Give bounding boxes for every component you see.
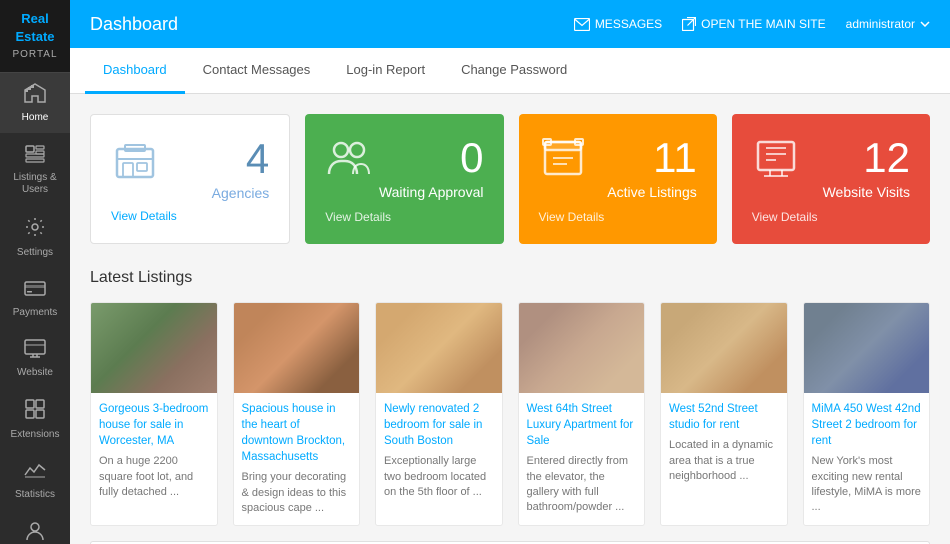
stat-cards-row: 4 Agencies View Details 0 Waiting Approval V…: [90, 114, 930, 244]
dashboard-content: 4 Agencies View Details 0 Waiting Approval V…: [70, 94, 950, 544]
sidebar-item-label-listings: Listings & Users: [5, 172, 65, 196]
listing-title-6: MiMA 450 West 42nd Street 2 bedroom for …: [812, 401, 922, 449]
active-listings-view-details[interactable]: View Details: [539, 210, 697, 224]
listing-title-3: Newly renovated 2 bedroom for sale in So…: [384, 401, 494, 449]
listing-desc-4: Entered directly from the elevator, the …: [527, 454, 637, 516]
listing-card-3[interactable]: Newly renovated 2 bedroom for sale in So…: [375, 302, 503, 526]
website-visits-icon: [752, 134, 800, 185]
stat-card-waiting-approval: 0 Waiting Approval View Details: [305, 114, 503, 244]
waiting-approval-number: 0: [379, 134, 484, 182]
settings-icon: [24, 216, 46, 243]
waiting-approval-icon: [325, 134, 373, 185]
agencies-number: 4: [212, 135, 270, 183]
sidebar-item-label-statistics: Statistics: [15, 489, 55, 500]
content-area: DashboardContact MessagesLog-in ReportCh…: [70, 48, 950, 544]
stat-card-active-listings: 11 Active Listings View Details: [519, 114, 717, 244]
listing-image-5: [661, 303, 787, 393]
listing-card-2[interactable]: Spacious house in the heart of downtown …: [233, 302, 361, 526]
topbar: Dashboard MESSAGES OPEN THE MAIN SITE ad…: [70, 0, 950, 48]
sidebar-item-statistics[interactable]: Statistics: [0, 450, 70, 510]
view-all-button[interactable]: View All: [90, 541, 930, 544]
listing-title-1: Gorgeous 3-bedroom house for sale in Wor…: [99, 401, 209, 449]
listing-desc-3: Exceptionally large two bedroom located …: [384, 454, 494, 500]
user-menu[interactable]: administrator: [846, 17, 930, 31]
tab-log-in-report[interactable]: Log-in Report: [328, 48, 443, 94]
open-site-link[interactable]: OPEN THE MAIN SITE: [682, 17, 825, 31]
sidebar-item-payments[interactable]: Payments: [0, 268, 70, 328]
sidebar-item-website[interactable]: Website: [0, 328, 70, 388]
sidebar-item-label-extensions: Extensions: [11, 429, 60, 440]
website-visits-view-details[interactable]: View Details: [752, 210, 910, 224]
active-listings-number: 11: [607, 134, 696, 182]
payments-icon: [24, 278, 46, 303]
brand-name-line2: PORTAL: [12, 49, 57, 60]
sidebar-item-label-home: Home: [22, 112, 49, 123]
sidebar: Real Estate PORTAL Home Listings & Users: [0, 0, 70, 544]
messages-label: MESSAGES: [595, 17, 662, 31]
listing-desc-2: Bring your decorating & design ideas to …: [242, 470, 352, 516]
listing-card-6[interactable]: MiMA 450 West 42nd Street 2 bedroom for …: [803, 302, 931, 526]
listing-image-2: [234, 303, 360, 393]
listing-desc-6: New York's most exciting new rental life…: [812, 454, 922, 516]
listing-desc-5: Located in a dynamic area that is a true…: [669, 438, 779, 484]
listing-image-3: [376, 303, 502, 393]
listings-users-icon: [24, 143, 46, 168]
listing-card-5[interactable]: West 52nd Street studio for rent Located …: [660, 302, 788, 526]
waiting-approval-label: Waiting Approval: [379, 184, 484, 200]
listing-title-2: Spacious house in the heart of downtown …: [242, 401, 352, 465]
sidebar-item-label-settings: Settings: [17, 247, 53, 258]
tab-contact-messages[interactable]: Contact Messages: [185, 48, 329, 94]
listings-grid: Gorgeous 3-bedroom house for sale in Wor…: [90, 302, 930, 526]
brand-name-line1: Real Estate: [15, 11, 54, 44]
statistics-icon: [24, 460, 46, 485]
messages-link[interactable]: MESSAGES: [574, 17, 662, 31]
listing-image-4: [519, 303, 645, 393]
agencies-icon: [111, 135, 159, 186]
listing-title-4: West 64th Street Luxury Apartment for Sa…: [527, 401, 637, 449]
tab-change-password[interactable]: Change Password: [443, 48, 585, 94]
website-visits-label: Website Visits: [823, 184, 910, 200]
listing-desc-1: On a huge 2200 square foot lot, and full…: [99, 454, 209, 500]
latest-listings-section: Latest Listings Gorgeous 3-bedroom house…: [90, 269, 930, 544]
agencies-label: Agencies: [212, 185, 270, 201]
open-site-label: OPEN THE MAIN SITE: [701, 17, 825, 31]
user-label: administrator: [846, 17, 915, 31]
listing-image-6: [804, 303, 930, 393]
admin-icon: [24, 520, 46, 544]
sidebar-item-settings[interactable]: Settings: [0, 206, 70, 268]
tabs-bar: DashboardContact MessagesLog-in ReportCh…: [70, 48, 950, 94]
tab-dashboard[interactable]: Dashboard: [85, 48, 185, 94]
sidebar-item-home[interactable]: Home: [0, 73, 70, 133]
agencies-view-details[interactable]: View Details: [111, 209, 269, 223]
main-area: Dashboard MESSAGES OPEN THE MAIN SITE ad…: [70, 0, 950, 544]
extensions-icon: [24, 398, 46, 425]
listing-title-5: West 52nd Street studio for rent: [669, 401, 779, 433]
sidebar-item-label-website: Website: [17, 367, 53, 378]
listing-card-1[interactable]: Gorgeous 3-bedroom house for sale in Wor…: [90, 302, 218, 526]
stat-card-website-visits: 12 Website Visits View Details: [732, 114, 930, 244]
website-visits-number: 12: [823, 134, 910, 182]
brand-logo: Real Estate PORTAL: [0, 0, 70, 73]
sidebar-item-extensions[interactable]: Extensions: [0, 388, 70, 450]
latest-listings-title: Latest Listings: [90, 269, 930, 287]
active-listings-icon: [539, 134, 587, 185]
page-title: Dashboard: [90, 14, 574, 35]
listing-image-1: [91, 303, 217, 393]
home-icon: [24, 83, 46, 108]
topbar-actions: MESSAGES OPEN THE MAIN SITE administrato…: [574, 17, 930, 31]
active-listings-label: Active Listings: [607, 184, 696, 200]
sidebar-item-listings-users[interactable]: Listings & Users: [0, 133, 70, 206]
waiting-approval-view-details[interactable]: View Details: [325, 210, 483, 224]
stat-card-agencies: 4 Agencies View Details: [90, 114, 290, 244]
listing-card-4[interactable]: West 64th Street Luxury Apartment for Sa…: [518, 302, 646, 526]
sidebar-item-admin[interactable]: Admin: [0, 510, 70, 544]
website-icon: [24, 338, 46, 363]
sidebar-item-label-payments: Payments: [13, 307, 57, 318]
